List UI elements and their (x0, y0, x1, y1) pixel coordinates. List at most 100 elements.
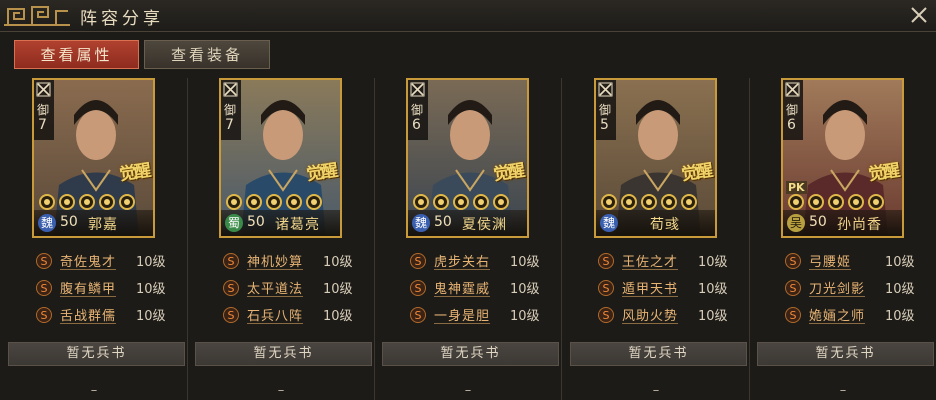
star-rating (225, 193, 324, 211)
skill-grade-badge: S (223, 252, 239, 269)
skill-row: S 太平道法 10级 (219, 274, 369, 301)
hero-column: 御 7 觉醒 蜀 50 诸葛亮 S 神机妙算 10级 S 太平道法 10级 S … (190, 78, 372, 400)
skill-row: S 舌战群儒 10级 (32, 301, 182, 328)
skill-name[interactable]: 遁甲天书 (622, 278, 692, 297)
swords-icon (410, 82, 425, 97)
column-divider (374, 78, 375, 400)
skill-name[interactable]: 奇佐鬼才 (60, 251, 130, 270)
skill-name[interactable]: 一身是胆 (434, 305, 504, 324)
extra-placeholder: – (464, 383, 472, 398)
skill-row: S 刀光剑影 10级 (781, 274, 931, 301)
extra-placeholder: – (839, 383, 847, 398)
skill-name[interactable]: 王佐之才 (622, 251, 692, 270)
skill-level: 10级 (885, 282, 915, 297)
arm-level: 7 (38, 117, 47, 133)
skill-row: S 王佐之才 10级 (594, 247, 744, 274)
skill-name[interactable]: 姽婳之师 (809, 305, 879, 324)
awaken-label: 觉醒 (305, 160, 338, 185)
swords-icon (785, 82, 800, 97)
military-book-button[interactable]: 暂无兵书 (757, 342, 934, 366)
star-rating (600, 193, 699, 211)
skill-level: 10级 (510, 309, 540, 324)
skill-name[interactable]: 腹有鳞甲 (60, 278, 130, 297)
star-icon (433, 194, 449, 210)
skill-row: S 姽婳之师 10级 (781, 301, 931, 328)
hero-card[interactable]: 御 7 觉醒 魏 50 郭嘉 (32, 78, 155, 238)
hero-namebar: 魏 50 郭嘉 (34, 210, 153, 236)
skill-level: 10级 (136, 309, 166, 324)
arm-type-label: 御 (224, 103, 237, 117)
hero-name: 诸葛亮 (275, 217, 320, 233)
military-book-button[interactable]: 暂无兵书 (382, 342, 559, 366)
faction-badge: 魏 (412, 214, 430, 232)
skill-grade-badge: S (36, 306, 52, 323)
skill-grade-badge: S (785, 279, 801, 296)
skill-grade-badge: S (223, 279, 239, 296)
arm-type-label: 御 (37, 103, 50, 117)
skill-row: S 弓腰姬 10级 (781, 247, 931, 274)
lineup-columns: 御 7 觉醒 魏 50 郭嘉 S 奇佐鬼才 10级 S 腹有鳞甲 10级 S 舌… (0, 78, 936, 400)
skill-list: S 神机妙算 10级 S 太平道法 10级 S 石兵八阵 10级 (219, 247, 369, 328)
extra-placeholder: – (652, 383, 660, 398)
skill-level: 10级 (323, 309, 353, 324)
awaken-label: 觉醒 (118, 160, 151, 185)
military-book-button[interactable]: 暂无兵书 (8, 342, 185, 366)
skill-name[interactable]: 弓腰姬 (809, 251, 879, 270)
skill-name[interactable]: 刀光剑影 (809, 278, 879, 297)
star-icon (788, 194, 804, 210)
skill-name[interactable]: 舌战群儒 (60, 305, 130, 324)
hero-namebar: 蜀 50 诸葛亮 (221, 210, 340, 236)
skill-name[interactable]: 虎步关右 (434, 251, 504, 270)
skill-name[interactable]: 鬼神霆威 (434, 278, 504, 297)
star-icon (99, 194, 115, 210)
star-icon (59, 194, 75, 210)
hero-card[interactable]: 御 6 觉醒 PK 吴 50 孙尚香 (781, 78, 904, 238)
skill-grade-badge: S (785, 306, 801, 323)
swords-icon (223, 82, 238, 97)
hero-name: 夏侯渊 (462, 217, 507, 233)
military-book-button[interactable]: 暂无兵书 (195, 342, 372, 366)
military-book-button[interactable]: 暂无兵书 (570, 342, 747, 366)
star-icon (413, 194, 429, 210)
arm-level: 6 (787, 117, 796, 133)
skill-grade-badge: S (410, 306, 426, 323)
skill-level: 10级 (323, 255, 353, 270)
star-rating (412, 193, 511, 211)
star-rating (787, 193, 886, 211)
star-icon (808, 194, 824, 210)
skill-level: 10级 (698, 282, 728, 297)
skill-name[interactable]: 石兵八阵 (247, 305, 317, 324)
tab-attributes[interactable]: 查看属性 (14, 40, 139, 69)
title-bar: 阵容分享 (0, 0, 936, 32)
skill-name[interactable]: 风助火势 (622, 305, 692, 324)
skill-row: S 鬼神霆威 10级 (406, 274, 556, 301)
star-icon (828, 194, 844, 210)
skill-row: S 遁甲天书 10级 (594, 274, 744, 301)
star-icon (473, 194, 489, 210)
hero-namebar: 吴 50 孙尚香 (783, 210, 902, 236)
skill-list: S 虎步关右 10级 S 鬼神霆威 10级 S 一身是胆 10级 (406, 247, 556, 328)
arm-level: 6 (412, 117, 421, 133)
star-icon (661, 194, 677, 210)
faction-badge: 吴 (787, 214, 805, 232)
star-icon (493, 194, 509, 210)
skill-grade-badge: S (785, 252, 801, 269)
hero-card[interactable]: 御 5 觉醒 魏 荀彧 (594, 78, 717, 238)
skill-name[interactable]: 神机妙算 (247, 251, 317, 270)
tab-equipment[interactable]: 查看装备 (144, 40, 270, 69)
skill-list: S 奇佐鬼才 10级 S 腹有鳞甲 10级 S 舌战群儒 10级 (32, 247, 182, 328)
hero-card[interactable]: 御 7 觉醒 蜀 50 诸葛亮 (219, 78, 342, 238)
hero-namebar: 魏 50 夏侯渊 (408, 210, 527, 236)
arm-type-label: 御 (411, 103, 424, 117)
hero-card[interactable]: 御 6 觉醒 魏 50 夏侯渊 (406, 78, 529, 238)
skill-grade-badge: S (410, 252, 426, 269)
hero-namebar: 魏 荀彧 (596, 210, 715, 236)
skill-row: S 石兵八阵 10级 (219, 301, 369, 328)
star-icon (641, 194, 657, 210)
close-icon[interactable] (908, 4, 930, 26)
skill-grade-badge: S (598, 306, 614, 323)
arm-type-label: 御 (786, 103, 799, 117)
skill-name[interactable]: 太平道法 (247, 278, 317, 297)
star-icon (39, 194, 55, 210)
star-icon (453, 194, 469, 210)
